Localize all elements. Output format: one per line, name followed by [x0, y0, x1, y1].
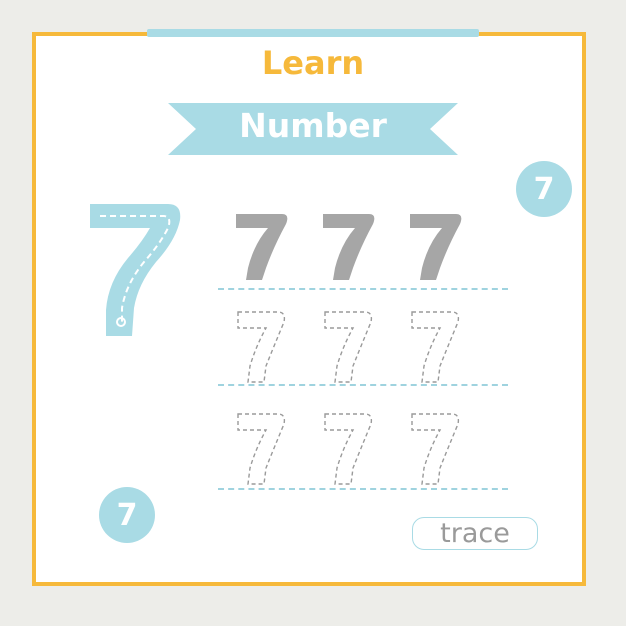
trace-row-2	[228, 410, 468, 492]
title-learn: Learn	[261, 44, 365, 82]
dashed-seven-icon	[324, 413, 373, 485]
dashed-seven-icon	[237, 413, 286, 485]
trace-row-1	[228, 308, 468, 390]
dashed-seven-icon	[411, 413, 460, 485]
digit-badge-bottom-left: 7	[99, 487, 155, 543]
subtitle-number: Number	[239, 106, 387, 145]
subtitle-ribbon: Number	[168, 103, 458, 155]
dashed-seven-icon	[324, 311, 373, 383]
digit-badge-top-right: 7	[516, 161, 572, 217]
solid-seven-2	[323, 214, 375, 280]
top-accent-bar	[147, 29, 479, 37]
solid-seven-3	[410, 214, 462, 280]
baseline-3	[218, 488, 508, 490]
solid-seven-1	[236, 214, 288, 280]
solid-example-row	[228, 208, 468, 288]
guided-seven-icon	[86, 200, 186, 344]
baseline-2	[218, 384, 508, 386]
baseline-1	[218, 288, 508, 290]
dashed-seven-icon	[237, 311, 286, 383]
trace-button[interactable]: trace	[412, 517, 538, 550]
dashed-seven-icon	[411, 311, 460, 383]
